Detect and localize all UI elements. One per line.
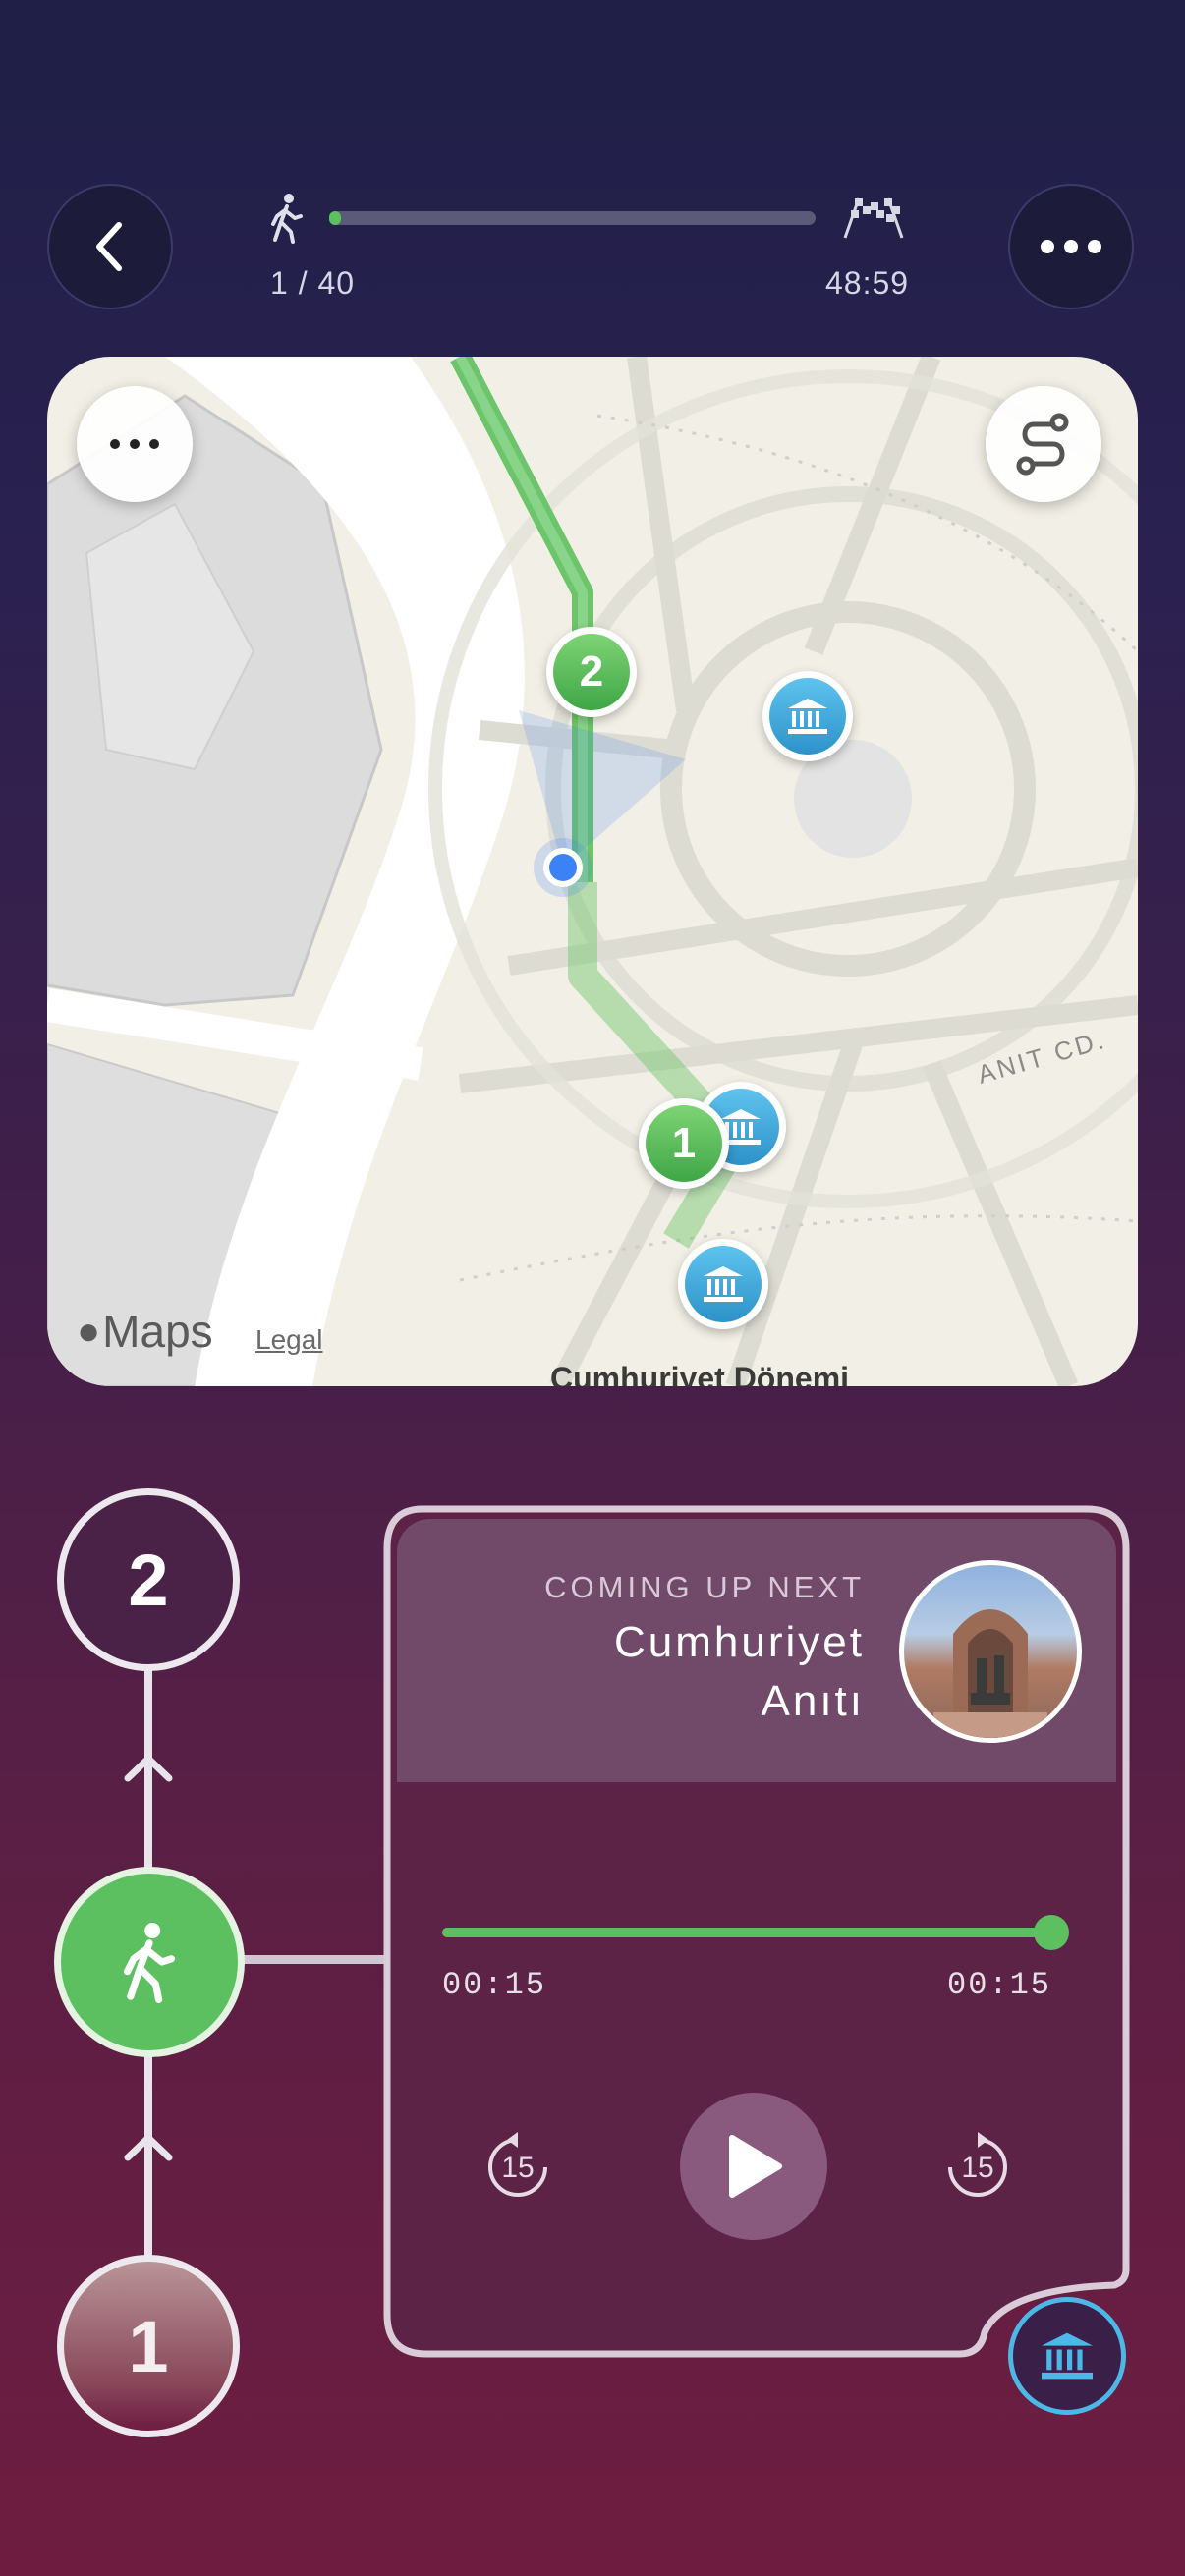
museum-category-badge[interactable]	[1008, 2297, 1126, 2415]
timeline-line-lower	[144, 2053, 152, 2269]
museum-poi-marker[interactable]	[762, 671, 853, 761]
skip-forward-button[interactable]: 15	[941, 2130, 1014, 2203]
maps-attribution: ● Maps	[77, 1306, 213, 1357]
route-icon	[1016, 413, 1069, 476]
next-stop-title-line2: Anıtı	[761, 1677, 865, 1725]
museum-icon	[1042, 2332, 1093, 2380]
more-options-button[interactable]	[1008, 184, 1134, 309]
stop-progress-label: 1 / 40	[270, 265, 356, 301]
audio-player-card: COMING UP NEXT Cumhuriyet Anıtı 00:15 00…	[383, 1505, 1130, 2358]
chevron-up-icon	[124, 2133, 173, 2161]
apple-logo-icon: ●	[77, 1309, 101, 1353]
chevron-left-icon	[96, 222, 122, 271]
previous-stop-circle[interactable]: 1	[57, 2255, 240, 2437]
route-toggle-button[interactable]	[986, 386, 1101, 502]
map-options-button[interactable]	[77, 386, 193, 502]
ellipsis-icon	[1041, 240, 1101, 253]
checkered-flags-icon	[843, 197, 904, 239]
legal-link[interactable]: Legal	[255, 1324, 323, 1356]
skip-back-button[interactable]: 15	[481, 2130, 554, 2203]
next-stop-title-line1: Cumhuriyet	[614, 1618, 865, 1666]
next-stop-thumbnail[interactable]	[899, 1560, 1082, 1743]
museum-poi-marker[interactable]	[678, 1239, 768, 1329]
map-view[interactable]: ANIT CD. 2 1 ● Maps Legal Cumhuriyet Dön…	[47, 357, 1138, 1386]
back-button[interactable]	[47, 184, 173, 309]
map-canvas: ANIT CD.	[47, 357, 1138, 1386]
audio-progress-track[interactable]	[442, 1915, 1069, 1950]
timeline-connector	[244, 1955, 389, 1964]
museum-icon	[788, 699, 827, 734]
tour-progress-bar	[329, 211, 816, 225]
walking-status-circle	[54, 1867, 245, 2057]
audio-progress-fill	[442, 1928, 1051, 1937]
next-stop-circle[interactable]: 2	[57, 1488, 240, 1671]
walking-person-icon	[271, 194, 303, 244]
tour-progress-fill	[329, 211, 341, 225]
place-label: Cumhuriyet Dönemi	[550, 1361, 850, 1386]
route-stop-marker-1[interactable]: 1	[639, 1098, 729, 1189]
route-stop-marker-2[interactable]: 2	[546, 627, 637, 717]
chevron-up-icon	[124, 1754, 173, 1782]
remaining-time: 48:59	[825, 265, 910, 301]
museum-icon	[704, 1266, 743, 1302]
walking-person-icon	[124, 1923, 175, 2003]
audio-scrubber-handle[interactable]	[1034, 1915, 1069, 1950]
total-duration: 00:15	[946, 1967, 1051, 2003]
ellipsis-icon	[110, 439, 159, 449]
street-label: ANIT CD.	[974, 1025, 1109, 1090]
elapsed-time: 00:15	[442, 1967, 547, 2003]
monument-image	[933, 1609, 1047, 1738]
play-icon	[729, 2135, 782, 2198]
coming-up-label: COMING UP NEXT	[544, 1570, 865, 1604]
play-button[interactable]	[680, 2093, 827, 2240]
